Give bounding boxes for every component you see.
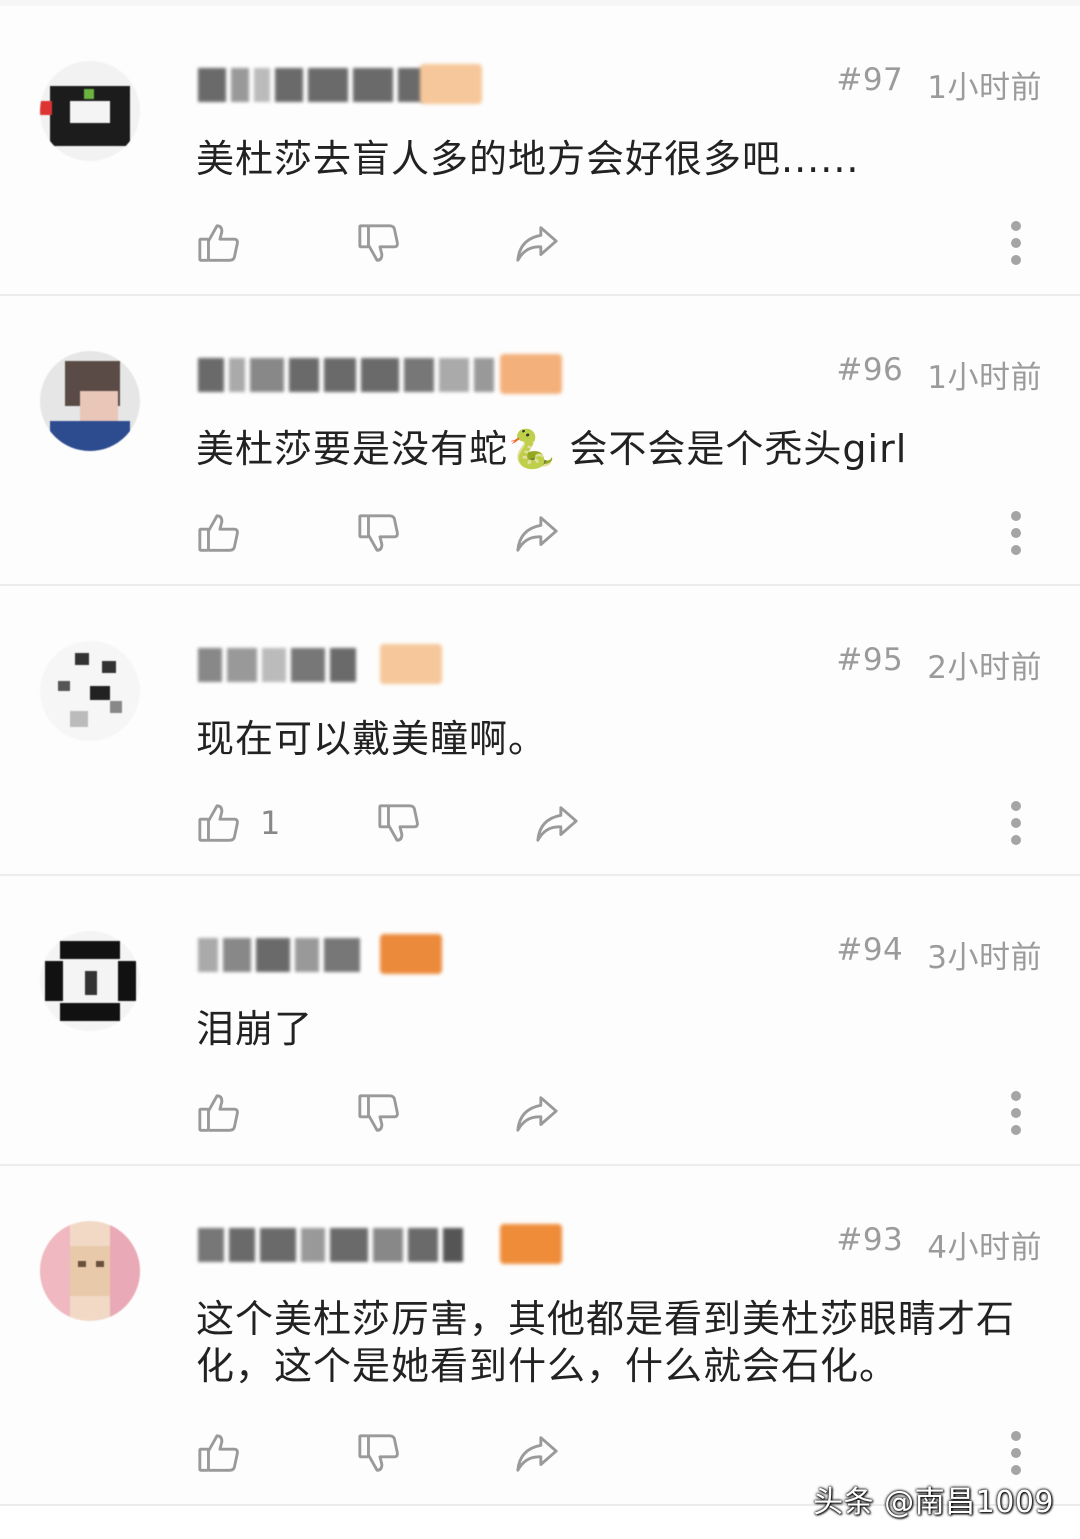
thumbs-up-icon <box>198 514 239 552</box>
floor-number: #94 <box>836 932 904 968</box>
share-icon <box>536 806 578 842</box>
comment-item: #97 1小时前 美杜莎去盲人多的地方会好很多吧...... <box>0 6 1080 296</box>
comment-time: 1小时前 <box>927 360 1042 396</box>
thumbs-up-icon <box>198 804 239 842</box>
comment-actions <box>196 1428 1080 1478</box>
share-button[interactable] <box>514 1428 560 1478</box>
comment-meta: #97 1小时前 <box>836 62 1042 107</box>
dislike-button[interactable] <box>356 218 402 268</box>
watermark: 头条 @南昌1009 <box>813 1485 1054 1520</box>
comment-time: 3小时前 <box>927 940 1042 976</box>
level-badge <box>380 644 442 684</box>
thumbs-up-icon <box>198 1094 239 1132</box>
share-button[interactable] <box>534 798 580 848</box>
comment-text: 美杜莎去盲人多的地方会好很多吧...... <box>196 137 860 181</box>
avatar[interactable] <box>40 641 140 741</box>
username[interactable] <box>198 641 356 689</box>
thumbs-down-icon <box>358 1434 399 1472</box>
like-button[interactable] <box>196 1088 260 1138</box>
like-button[interactable] <box>196 1428 260 1478</box>
comment-item: #94 3小时前 泪崩了 <box>0 876 1080 1166</box>
thumbs-down-icon <box>358 514 399 552</box>
comment-meta: #93 4小时前 <box>836 1222 1042 1267</box>
share-icon <box>516 1436 558 1472</box>
comment-meta: #96 1小时前 <box>836 352 1042 397</box>
more-vertical-icon[interactable] <box>1010 221 1022 265</box>
comment-item: #93 4小时前 这个美杜莎厉害，其他都是看到美杜莎眼睛才石化，这个是她看到什么… <box>0 1166 1080 1506</box>
thumbs-down-icon <box>358 224 399 262</box>
username[interactable] <box>198 61 424 109</box>
floor-number: #93 <box>836 1222 904 1258</box>
dislike-button[interactable] <box>376 798 422 848</box>
more-vertical-icon[interactable] <box>1010 511 1022 555</box>
comment-time: 1小时前 <box>927 70 1042 106</box>
thumbs-down-icon <box>358 1094 399 1132</box>
comment-meta: #94 3小时前 <box>836 932 1042 977</box>
share-button[interactable] <box>514 508 560 558</box>
comment-text: 这个美杜莎厉害，其他都是看到美杜莎眼睛才石化，这个是她看到什么，什么就会石化。 <box>196 1297 1016 1388</box>
share-icon <box>516 226 558 262</box>
level-badge <box>380 934 442 974</box>
like-button[interactable] <box>196 508 260 558</box>
like-button[interactable] <box>196 218 260 268</box>
share-button[interactable] <box>514 218 560 268</box>
comment-actions: 1 <box>196 798 1080 848</box>
avatar[interactable] <box>40 931 140 1031</box>
more-vertical-icon[interactable] <box>1010 801 1022 845</box>
dislike-button[interactable] <box>356 1088 402 1138</box>
thumbs-up-icon <box>198 1434 239 1472</box>
comment-text: 美杜莎要是没有蛇🐍 会不会是个秃头girl <box>196 427 908 471</box>
more-vertical-icon[interactable] <box>1010 1431 1022 1475</box>
comment-time: 4小时前 <box>927 1230 1042 1266</box>
floor-number: #97 <box>836 62 904 98</box>
share-icon <box>516 1096 558 1132</box>
floor-number: #96 <box>836 352 904 388</box>
username[interactable] <box>198 931 360 979</box>
like-button[interactable]: 1 <box>196 798 280 848</box>
comment-actions <box>196 1088 1080 1138</box>
avatar[interactable] <box>40 1221 140 1321</box>
thumbs-up-icon <box>198 224 239 262</box>
level-badge <box>500 354 562 394</box>
dislike-button[interactable] <box>356 1428 402 1478</box>
level-badge <box>420 64 482 104</box>
comment-actions <box>196 218 1080 268</box>
thumbs-down-icon <box>378 804 419 842</box>
like-count: 1 <box>260 804 281 842</box>
comment-item: #95 2小时前 现在可以戴美瞳啊。 1 <box>0 586 1080 876</box>
avatar[interactable] <box>40 61 140 161</box>
username[interactable] <box>198 351 494 399</box>
level-badge <box>500 1224 562 1264</box>
share-icon <box>516 516 558 552</box>
comment-text: 泪崩了 <box>196 1007 314 1051</box>
share-button[interactable] <box>514 1088 560 1138</box>
dislike-button[interactable] <box>356 508 402 558</box>
comment-actions <box>196 508 1080 558</box>
username[interactable] <box>198 1221 463 1269</box>
more-vertical-icon[interactable] <box>1010 1091 1022 1135</box>
comment-text: 现在可以戴美瞳啊。 <box>196 717 548 761</box>
floor-number: #95 <box>836 642 904 678</box>
avatar[interactable] <box>40 351 140 451</box>
comment-item: #96 1小时前 美杜莎要是没有蛇🐍 会不会是个秃头girl <box>0 296 1080 586</box>
comment-meta: #95 2小时前 <box>836 642 1042 687</box>
comment-time: 2小时前 <box>927 650 1042 686</box>
